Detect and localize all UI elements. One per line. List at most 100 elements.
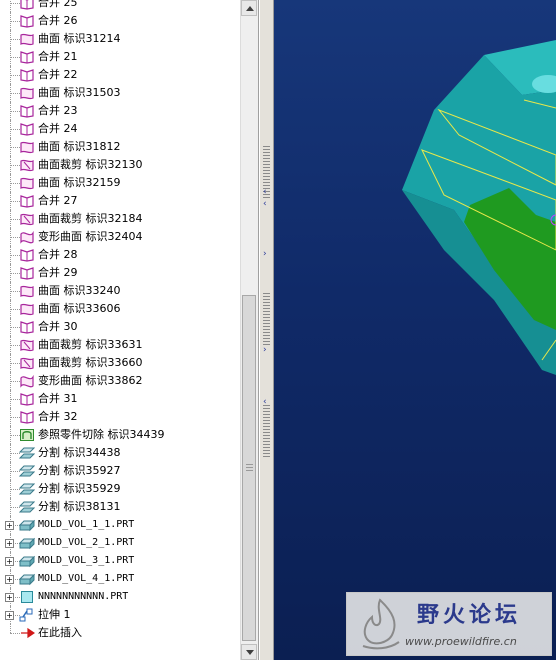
surface-icon: [19, 176, 35, 190]
tree-item[interactable]: 合并 21: [0, 48, 240, 66]
panel-sash[interactable]: ‹ ‹ › › ‹ ‹: [259, 0, 274, 660]
tree-item[interactable]: 合并 31: [0, 390, 240, 408]
expand-toggle-icon[interactable]: +: [5, 539, 14, 548]
tree-scrollbar[interactable]: [240, 0, 258, 660]
extrude-icon: [19, 608, 35, 622]
model-tree-panel: 合并 25 合并 26 曲面 标识31214 合并 21 合并 22 曲面 标识31503…: [0, 0, 259, 660]
tree-item[interactable]: 合并 24: [0, 120, 240, 138]
tree-item-label: 分割 标识38131: [38, 500, 121, 513]
scroll-up-arrow-icon: [246, 6, 254, 11]
reference-part-cutout-icon: [19, 428, 35, 442]
tree-connector: [10, 0, 11, 12]
surface-icon: [19, 302, 35, 316]
mold-volume-part-icon: [18, 572, 36, 586]
tree-item[interactable]: 曲面 标识32159: [0, 174, 240, 192]
tree-item[interactable]: 变形曲面 标识32404: [0, 228, 240, 246]
sash-grip-icon: [263, 405, 270, 459]
tree-item-label: 曲面 标识33240: [38, 284, 121, 297]
tree-item[interactable]: 曲面 标识31503: [0, 84, 240, 102]
tree-item[interactable]: 曲面裁剪 标识32184: [0, 210, 240, 228]
tree-item[interactable]: 在此插入: [0, 624, 240, 642]
expand-toggle-icon[interactable]: +: [5, 557, 14, 566]
merge-icon: [19, 14, 35, 28]
tree-item[interactable]: 合并 22: [0, 66, 240, 84]
collapse-left-icon[interactable]: ‹: [263, 200, 267, 209]
tree-item[interactable]: 合并 32: [0, 408, 240, 426]
tree-item[interactable]: 合并 25: [0, 0, 240, 12]
scroll-up-button[interactable]: [241, 0, 257, 16]
tree-item[interactable]: 合并 29: [0, 264, 240, 282]
tree-item[interactable]: + MOLD_VOL_1_1.PRT: [0, 516, 240, 534]
tree-item[interactable]: + MOLD_VOL_4_1.PRT: [0, 570, 240, 588]
merge-icon: [19, 194, 35, 208]
tree-item-label: 参照零件切除 标识34439: [38, 428, 165, 441]
mold-volume-part-icon: [18, 518, 36, 532]
expand-toggle-icon[interactable]: +: [5, 593, 14, 602]
tree-item[interactable]: 分割 标识35927: [0, 462, 240, 480]
merge-icon: [19, 248, 35, 262]
scroll-down-button[interactable]: [241, 644, 257, 660]
scroll-down-arrow-icon: [246, 650, 254, 655]
tree-item-label: 合并 31: [38, 392, 78, 405]
tree-item[interactable]: 合并 26: [0, 12, 240, 30]
tree-item[interactable]: 变形曲面 标识33862: [0, 372, 240, 390]
graphics-viewport[interactable]: [274, 0, 556, 660]
tree-item[interactable]: 分割 标识35929: [0, 480, 240, 498]
tree-item[interactable]: + NNNNNNNNNNN.PRT: [0, 588, 240, 606]
expand-toggle-icon[interactable]: +: [5, 575, 14, 584]
tree-item-label: 分割 标识34438: [38, 446, 121, 459]
scroll-thumb[interactable]: [242, 295, 256, 641]
tree-item[interactable]: 曲面 标识33606: [0, 300, 240, 318]
expand-toggle-icon[interactable]: +: [5, 611, 14, 620]
tree-item-label: 曲面裁剪 标识32130: [38, 158, 143, 171]
tree-item[interactable]: + 拉伸 1: [0, 606, 240, 624]
surface-icon: [19, 32, 35, 46]
tree-item[interactable]: 曲面裁剪 标识32130: [0, 156, 240, 174]
expand-right-icon[interactable]: ›: [263, 250, 267, 259]
tree-item[interactable]: 合并 30: [0, 318, 240, 336]
merge-icon: [19, 392, 35, 406]
tree-item[interactable]: 曲面 标识31214: [0, 30, 240, 48]
tree-item[interactable]: 合并 27: [0, 192, 240, 210]
tree-item[interactable]: 曲面裁剪 标识33631: [0, 336, 240, 354]
collapse-left-icon[interactable]: ‹: [263, 188, 267, 197]
tree-item[interactable]: 合并 28: [0, 246, 240, 264]
mold-model-view: [402, 40, 556, 375]
warp-surface-icon: [19, 230, 35, 244]
split-icon: [18, 500, 36, 514]
tree-item-label: 曲面 标识33606: [38, 302, 121, 315]
tree-item[interactable]: + MOLD_VOL_2_1.PRT: [0, 534, 240, 552]
merge-icon: [19, 50, 35, 64]
tree-item-label: 曲面 标识31214: [38, 32, 121, 45]
tree-item[interactable]: 参照零件切除 标识34439: [0, 426, 240, 444]
expand-toggle-icon[interactable]: +: [5, 521, 14, 530]
tree-item-label: 曲面裁剪 标识32184: [38, 212, 143, 225]
tree-item[interactable]: 曲面 标识31812: [0, 138, 240, 156]
tree-item-label: 曲面 标识32159: [38, 176, 121, 189]
tree-item[interactable]: 分割 标识38131: [0, 498, 240, 516]
merge-icon: [19, 410, 35, 424]
tree-item-label: 合并 22: [38, 68, 78, 81]
tree-item[interactable]: 分割 标识34438: [0, 444, 240, 462]
warp-surface-icon: [19, 374, 35, 388]
surface-trim-icon: [19, 212, 35, 226]
tree-item-label: NNNNNNNNNNN.PRT: [38, 591, 129, 602]
tree-item[interactable]: 合并 23: [0, 102, 240, 120]
split-icon: [18, 482, 36, 496]
insert-here-arrow-icon: [19, 626, 36, 640]
expand-right-icon[interactable]: ›: [263, 346, 267, 355]
tree-item-label: 在此插入: [38, 626, 82, 639]
surface-trim-icon: [19, 158, 35, 172]
tree-item-label: 合并 32: [38, 410, 78, 423]
tree-item-label: 合并 21: [38, 50, 78, 63]
tree-item-label: MOLD_VOL_1_1.PRT: [38, 519, 135, 530]
tree-item[interactable]: + MOLD_VOL_3_1.PRT: [0, 552, 240, 570]
merge-icon: [19, 0, 35, 10]
merge-icon: [19, 266, 35, 280]
tree-item-label: 变形曲面 标识32404: [38, 230, 143, 243]
merge-icon: [19, 68, 35, 82]
tree-item-label: 合并 29: [38, 266, 78, 279]
tree-item[interactable]: 曲面裁剪 标识33660: [0, 354, 240, 372]
tree-item[interactable]: 曲面 标识33240: [0, 282, 240, 300]
tree-item-label: 合并 30: [38, 320, 78, 333]
